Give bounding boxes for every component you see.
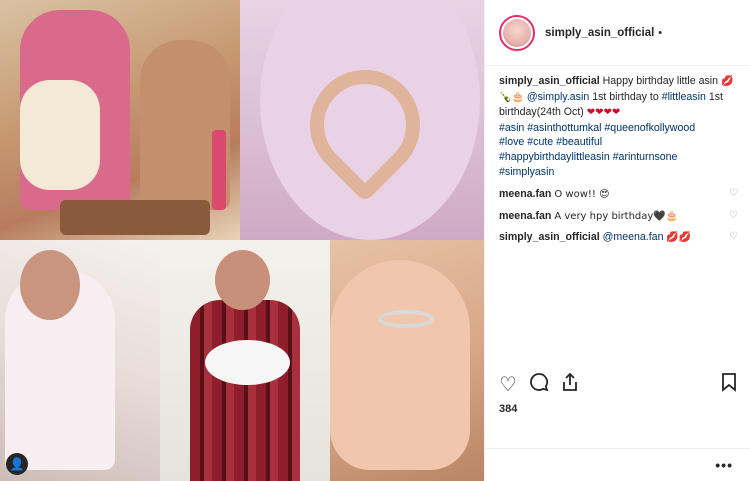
comment-username[interactable]: simply_asin_official [499,231,600,243]
user-tag-icon[interactable]: 👤 [6,453,28,475]
caption-hearts: ❤❤❤❤ [586,107,621,119]
photo-pregnant-woman [0,240,160,481]
avatar[interactable] [499,14,535,51]
bookmark-icon[interactable] [721,372,737,396]
hashtags-line-3[interactable]: #happybirthdaylittleasin #arinturnsone [499,151,677,163]
comment-mention[interactable]: @meena.fan [603,231,664,243]
action-bar: ♡ [485,372,750,396]
comments-section: simply_asin_official Happy birthday litt… [485,66,750,246]
header-dot: • [658,26,663,39]
add-comment-bar: ••• [485,448,750,481]
caption: simply_asin_official Happy birthday litt… [499,74,738,179]
share-icon[interactable] [561,372,579,396]
photo-man-holding-baby [160,240,330,481]
comment-text: A very hpy birthday🖤🎂 [554,210,679,222]
heart-outline-icon[interactable]: ♡ [499,373,517,395]
comment-row: meena.fan A very hpy birthday🖤🎂 ♡ [499,209,738,225]
post-panel: simply_asin_official • simply_asin_offic… [484,0,750,481]
hashtags-line-4[interactable]: #simplyasin [499,166,554,178]
photo-birthday-family [0,0,240,240]
comment-text: 💋💋 [666,232,692,244]
hashtags-line-1[interactable]: #asin #asinthottumkal #queenofkollywood [499,122,695,134]
comment-row: simply_asin_official @meena.fan 💋💋 ♡ [499,230,738,246]
caption-mention[interactable]: @simply.asin [527,91,589,103]
photo-heart-hands [240,0,484,240]
post-header: simply_asin_official • [485,0,750,66]
photo-baby-foot-ring [330,240,484,481]
caption-text-mid: 1st birthday to [592,90,659,103]
caption-text-start: Happy birthday little asin [602,75,719,87]
comment-username[interactable]: meena.fan [499,210,551,222]
hashtags-line-2[interactable]: #love #cute #beautiful [499,136,602,148]
comment-row: meena.fan O wow!! 😍 ♡ [499,187,738,203]
comment-username[interactable]: meena.fan [499,188,551,200]
like-count[interactable]: 384 [499,403,517,415]
post-image[interactable]: 👤 [0,0,484,481]
comment-like-icon[interactable]: ♡ [729,187,738,202]
comment-like-icon[interactable]: ♡ [729,209,738,224]
comment-bubble-icon[interactable] [529,372,549,396]
header-username[interactable]: simply_asin_official [545,27,654,39]
caption-username[interactable]: simply_asin_official [499,75,600,87]
hashtag-littleasin[interactable]: #littleasin [662,91,706,103]
comment-like-icon[interactable]: ♡ [729,230,738,245]
comment-text: O wow!! 😍 [554,189,610,201]
more-options-icon[interactable]: ••• [715,457,733,473]
